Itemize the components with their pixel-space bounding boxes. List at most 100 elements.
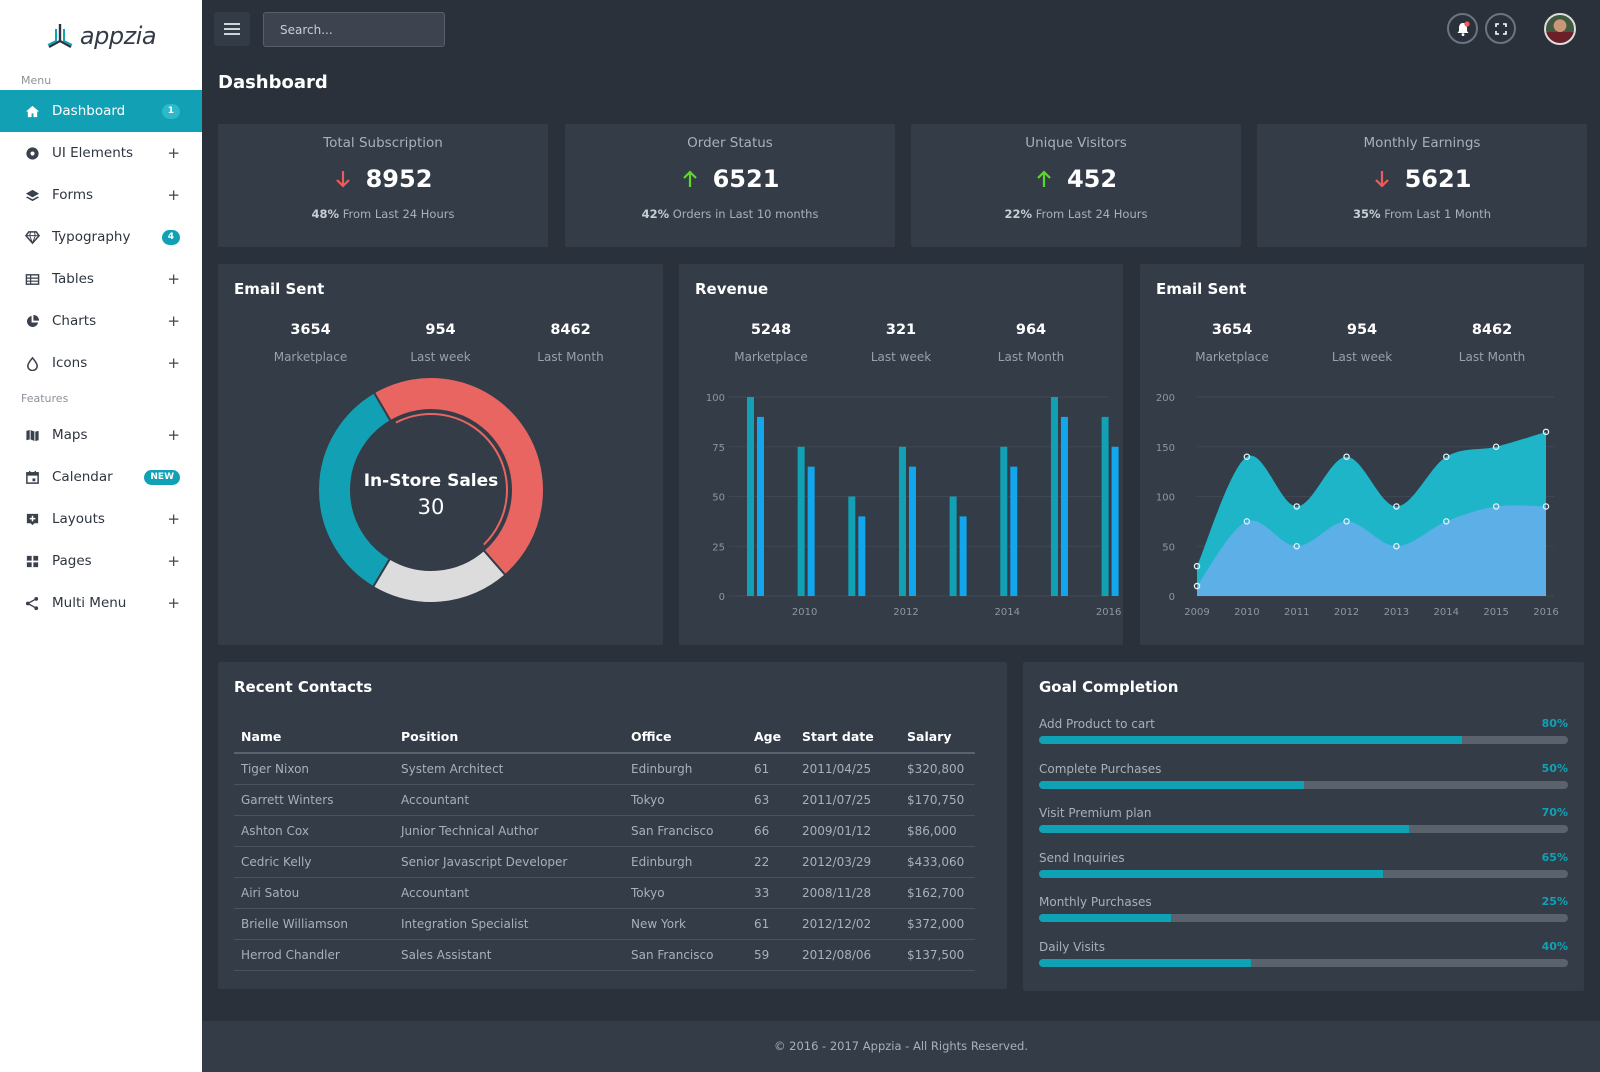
expand-icon[interactable]: +: [167, 186, 180, 204]
bar[interactable]: [959, 516, 967, 596]
column-header[interactable]: Position: [394, 720, 624, 754]
table-row[interactable]: Herrod Chandler Sales Assistant San Franci…: [234, 939, 975, 971]
bar[interactable]: [898, 446, 906, 596]
expand-icon[interactable]: +: [167, 510, 180, 528]
table-cell: Accountant: [394, 784, 624, 816]
table-cell: 59: [747, 939, 795, 971]
expand-icon[interactable]: +: [167, 354, 180, 372]
table-row[interactable]: Garrett Winters Accountant Tokyo 63 2011/07/…: [234, 784, 975, 816]
bar[interactable]: [949, 496, 957, 597]
sidebar-item-tables[interactable]: Tables +: [0, 258, 202, 300]
arrow-up-icon: [1037, 170, 1051, 187]
sidebar-item-layouts[interactable]: Layouts +: [0, 498, 202, 540]
topbar: [202, 0, 1600, 62]
expand-icon[interactable]: +: [167, 312, 180, 330]
sidebar-item-maps[interactable]: Maps +: [0, 414, 202, 456]
sidebar-item-ui-elements[interactable]: UI Elements +: [0, 132, 202, 174]
table-row[interactable]: Cedric Kelly Senior Javascript Developer E…: [234, 846, 975, 878]
y-tick-label: 25: [712, 542, 725, 553]
footer: © 2016 - 2017 Appzia - All Rights Reserv…: [202, 1021, 1600, 1072]
sidebar-item-icons[interactable]: Icons +: [0, 342, 202, 384]
table-row[interactable]: Airi Satou Accountant Tokyo 33 2008/11/28 $16…: [234, 877, 975, 909]
goal-progress-bar: [1039, 869, 1568, 878]
stat-title: Order Status: [687, 135, 773, 151]
search-input[interactable]: [263, 12, 445, 47]
menu-toggle-button[interactable]: [214, 12, 250, 46]
bar[interactable]: [797, 446, 805, 596]
bar[interactable]: [757, 416, 764, 596]
table-cell: San Francisco: [624, 939, 747, 971]
goal-label: Daily Visits: [1039, 939, 1105, 954]
bar[interactable]: [858, 516, 866, 596]
arrow-up-icon: [682, 170, 697, 187]
logo[interactable]: appzia: [0, 0, 202, 72]
y-tick-label: 0: [1169, 592, 1175, 603]
bar[interactable]: [848, 496, 856, 597]
donut-slice[interactable]: [371, 548, 507, 604]
revenue-bar-chart[interactable]: 0 25 50 75 100 2010 2012 2014 2016: [679, 264, 1123, 645]
stat-caption: From Last 24 Hours: [1032, 207, 1148, 221]
sidebar-item-charts[interactable]: Charts +: [0, 300, 202, 342]
x-tick-label: 2014: [1434, 607, 1459, 618]
bar[interactable]: [1111, 446, 1119, 596]
table-icon: [24, 271, 40, 287]
sidebar-item-label: Layouts: [52, 511, 105, 527]
features-section-title: Features: [21, 392, 69, 405]
sidebar-item-typography[interactable]: Typography 4: [0, 216, 202, 258]
column-header[interactable]: Salary: [900, 720, 975, 754]
bar[interactable]: [1000, 446, 1008, 596]
expand-icon[interactable]: +: [167, 270, 180, 288]
arrow-down-icon: [1374, 171, 1389, 188]
expand-icon[interactable]: +: [167, 552, 180, 570]
logo-icon: [47, 24, 73, 49]
bar[interactable]: [1101, 416, 1109, 596]
bar[interactable]: [1060, 416, 1068, 596]
table-header-row: Name Position Office Age Start date Salary: [234, 720, 975, 754]
column-header[interactable]: Start date: [795, 720, 900, 754]
share-icon: [24, 595, 40, 611]
sidebar-item-forms[interactable]: Forms +: [0, 174, 202, 216]
expand-icon[interactable]: +: [167, 144, 180, 162]
column-header[interactable]: Age: [747, 720, 795, 754]
table-cell: Tiger Nixon: [234, 753, 394, 785]
sidebar-item-label: Pages: [52, 553, 92, 569]
email-area-chart[interactable]: 0 50 100 150 200 2009 2010 2011 2012 2013 2014 2015…: [1140, 264, 1584, 645]
table-cell: $86,000: [900, 815, 975, 847]
sidebar-item-pages[interactable]: Pages +: [0, 540, 202, 582]
sidebar-item-multi-menu[interactable]: Multi Menu +: [0, 582, 202, 624]
table-cell: $137,500: [900, 939, 975, 971]
table-cell: New York: [624, 908, 747, 940]
sidebar-item-label: Typography: [52, 229, 131, 245]
sidebar-item-dashboard[interactable]: Dashboard 1: [0, 90, 202, 132]
donut-center-value: 30: [418, 495, 445, 519]
donut-chart[interactable]: In-Store Sales 30: [218, 264, 663, 645]
stat-value: 452: [1066, 165, 1118, 193]
notifications-button[interactable]: [1447, 13, 1478, 44]
table-cell: 2012/12/02: [795, 908, 900, 940]
sidebar-item-calendar[interactable]: Calendar NEW: [0, 456, 202, 498]
layout-icon: [24, 511, 40, 527]
bar[interactable]: [1010, 466, 1018, 596]
goal-progress-fill: [1039, 958, 1251, 967]
bar[interactable]: [747, 397, 754, 596]
table-row[interactable]: Tiger Nixon System Architect Edinburgh 61 20…: [234, 753, 975, 785]
goal-item: Daily Visits 40%: [1039, 940, 1568, 967]
table-row[interactable]: Ashton Cox Junior Technical Author San Fra…: [234, 815, 975, 847]
sidebar-item-badge: 4: [161, 229, 180, 245]
home-icon: [24, 103, 40, 119]
expand-icon[interactable]: +: [167, 594, 180, 612]
bar[interactable]: [908, 466, 916, 596]
y-tick-label: 75: [712, 443, 725, 454]
stat-percent: 48%: [311, 207, 340, 221]
table-row[interactable]: Brielle Williamson Integration Specialist…: [234, 908, 975, 940]
column-header[interactable]: Name: [234, 720, 394, 754]
bar[interactable]: [807, 466, 815, 596]
user-avatar[interactable]: [1544, 13, 1576, 45]
column-header[interactable]: Office: [624, 720, 747, 754]
table-cell: $372,000: [900, 908, 975, 940]
x-tick-label: 2015: [1483, 607, 1508, 618]
goal-label: Visit Premium plan: [1039, 806, 1152, 820]
fullscreen-button[interactable]: [1485, 13, 1516, 44]
expand-icon[interactable]: +: [167, 426, 180, 444]
bar[interactable]: [1050, 397, 1058, 596]
